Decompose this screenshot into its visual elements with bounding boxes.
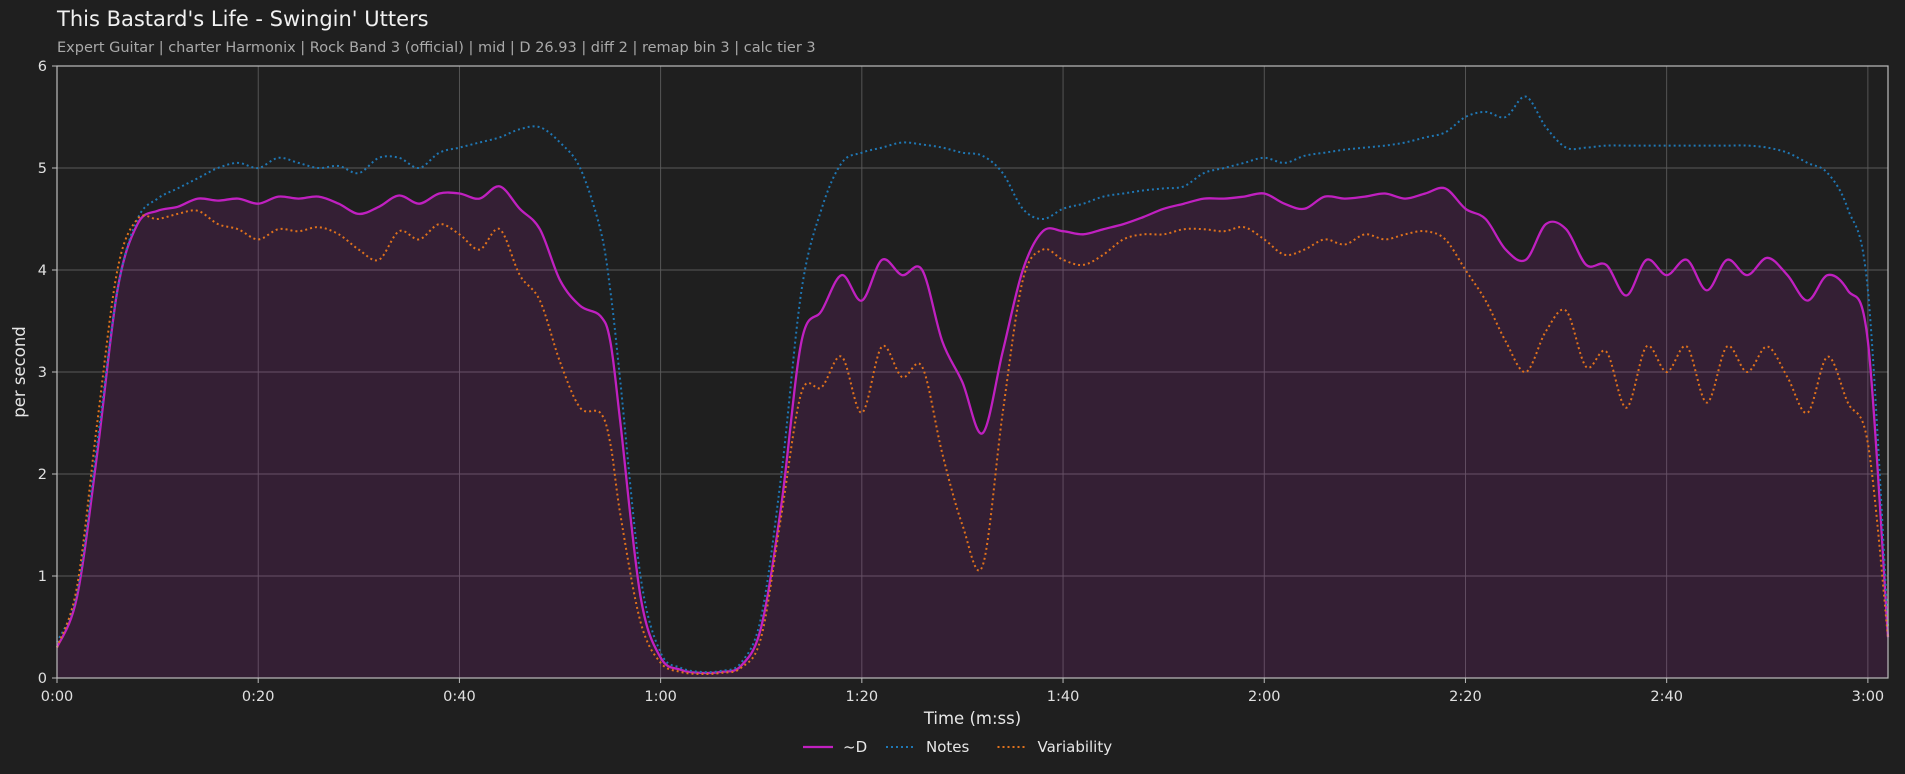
- x-tick-label: 3:00: [1852, 689, 1885, 705]
- x-tick-label: 1:20: [846, 689, 879, 705]
- legend-label: ~D: [843, 738, 867, 756]
- legend-label: Variability: [1038, 738, 1113, 756]
- x-tick-label: 0:40: [443, 689, 476, 705]
- x-tick-label: 2:00: [1248, 689, 1281, 705]
- y-tick-label: 5: [38, 161, 47, 177]
- y-tick-label: 2: [38, 467, 47, 483]
- x-axis-label: Time (m:ss): [923, 709, 1021, 728]
- x-tick-label: 0:00: [41, 689, 74, 705]
- chart: 0:00 0:20 0:40 1:00 1:20 1:40 2:00 2:20 2:40 3:00…: [10, 59, 1890, 756]
- y-axis-label: per second: [10, 326, 29, 418]
- x-tick-label: 2:20: [1449, 689, 1482, 705]
- y-tick-label: 0: [38, 671, 47, 687]
- legend: ~D Notes Variability: [803, 738, 1112, 756]
- legend-label: Notes: [926, 738, 970, 756]
- x-axis-ticks: 0:00 0:20 0:40 1:00 1:20 1:40 2:00 2:20 2:40 3:00: [41, 678, 1884, 705]
- y-tick-label: 6: [38, 59, 47, 75]
- x-tick-label: 0:20: [242, 689, 275, 705]
- y-axis-ticks: 0 1 2 3 4 5 6: [38, 59, 57, 687]
- y-tick-label: 3: [38, 365, 47, 381]
- x-tick-label: 1:00: [644, 689, 677, 705]
- x-tick-label: 2:40: [1650, 689, 1683, 705]
- x-tick-label: 1:40: [1047, 689, 1080, 705]
- y-tick-label: 1: [38, 569, 47, 585]
- y-tick-label: 4: [38, 263, 47, 279]
- series-fill-d: [57, 186, 1888, 679]
- series-fills: [57, 186, 1888, 679]
